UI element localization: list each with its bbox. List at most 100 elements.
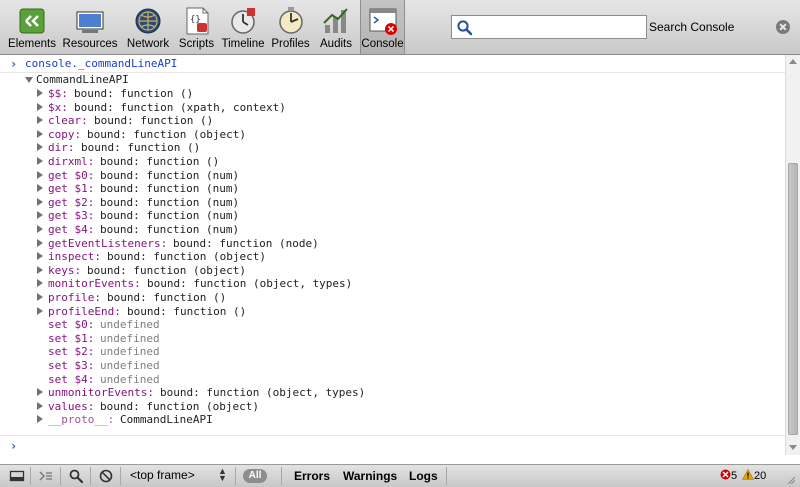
property-value: bound: function (): [94, 114, 214, 128]
property-row[interactable]: inspect: bound: function (object): [0, 250, 785, 263]
tab-elements[interactable]: Elements: [6, 0, 58, 54]
property-name: dirxml:: [48, 155, 95, 168]
property-row[interactable]: dirxml: bound: function (): [0, 155, 785, 168]
resize-grip-icon[interactable]: [787, 473, 796, 485]
disclosure-right-icon[interactable]: [37, 415, 43, 424]
search-input[interactable]: [476, 18, 642, 36]
object-name: CommandLineAPI: [36, 73, 129, 86]
tab-label: Network: [126, 38, 170, 50]
error-count[interactable]: 5: [720, 469, 737, 482]
disclosure-right-icon[interactable]: [37, 129, 43, 138]
property-row: set $0: undefined: [0, 318, 785, 331]
property-row[interactable]: unmonitorEvents: bound: function (object,…: [0, 386, 785, 399]
resources-icon: [74, 5, 106, 37]
filter-all-button[interactable]: All: [243, 469, 267, 483]
scroll-up-icon[interactable]: [789, 59, 797, 64]
search-icon[interactable]: [68, 468, 84, 484]
disclosure-right-icon[interactable]: [37, 89, 43, 97]
profiles-icon: [275, 5, 307, 37]
property-value: undefined: [100, 318, 160, 332]
select-arrows-icon[interactable]: ▲ ▼: [218, 467, 227, 483]
disclosure-right-icon[interactable]: [37, 306, 43, 315]
tab-profiles[interactable]: Profiles: [269, 0, 312, 54]
property-row[interactable]: get $0: bound: function (num): [0, 169, 785, 182]
disclosure-right-icon[interactable]: [37, 252, 43, 261]
console-prompt[interactable]: ›: [0, 435, 785, 455]
property-row[interactable]: copy: bound: function (object): [0, 128, 785, 141]
disclosure-right-icon[interactable]: [37, 211, 43, 220]
search-box: [451, 15, 647, 39]
property-value: undefined: [100, 331, 160, 345]
status-bar: <top frame> ▲ ▼ All Errors Warnings Logs …: [0, 464, 800, 487]
timeline-icon: [227, 5, 259, 37]
disclosure-right-icon[interactable]: [37, 238, 43, 247]
property-value: undefined: [100, 372, 160, 386]
property-row[interactable]: getEventListeners: bound: function (node): [0, 237, 785, 250]
disclosure-right-icon[interactable]: [37, 116, 43, 125]
frame-select[interactable]: <top frame>: [130, 468, 195, 482]
show-console-icon[interactable]: [38, 468, 54, 484]
filter-warnings-button[interactable]: Warnings: [343, 469, 397, 483]
property-value: bound: function (object, types): [160, 386, 366, 400]
property-row[interactable]: get $4: bound: function (num): [0, 223, 785, 236]
property-row: set $2: undefined: [0, 345, 785, 358]
disclosure-right-icon[interactable]: [37, 225, 43, 233]
disclosure-down-icon[interactable]: [25, 77, 33, 83]
property-row[interactable]: clear: bound: function (): [0, 114, 785, 127]
tab-network[interactable]: Network: [123, 0, 173, 54]
property-name: profileEnd:: [48, 304, 121, 318]
tab-resources[interactable]: Resources: [61, 0, 119, 54]
property-name: set $3:: [48, 359, 95, 372]
clear-console-icon[interactable]: [98, 468, 114, 484]
tab-audits[interactable]: Audits: [316, 0, 356, 54]
warning-count-value: 20: [754, 470, 767, 482]
property-row[interactable]: profile: bound: function (): [0, 291, 785, 304]
property-value: bound: function (): [81, 141, 201, 155]
filter-errors-button[interactable]: Errors: [294, 469, 330, 483]
disclosure-right-icon[interactable]: [37, 265, 43, 274]
tab-timeline[interactable]: Timeline: [221, 0, 265, 54]
property-row[interactable]: keys: bound: function (object): [0, 264, 785, 277]
error-icon: [720, 469, 731, 480]
disclosure-right-icon[interactable]: [37, 388, 43, 397]
disclosure-right-icon[interactable]: [37, 293, 43, 301]
vertical-scrollbar[interactable]: [785, 55, 800, 455]
disclosure-right-icon[interactable]: [37, 197, 43, 206]
property-row[interactable]: get $2: bound: function (num): [0, 196, 785, 209]
property-row[interactable]: values: bound: function (object): [0, 400, 785, 413]
warning-count[interactable]: 20: [741, 468, 767, 482]
property-name: keys:: [48, 263, 82, 277]
scroll-down-icon[interactable]: [789, 445, 797, 450]
property-name: set $2:: [48, 345, 95, 359]
property-name: get $3:: [48, 209, 95, 223]
property-row[interactable]: $x: bound: function (xpath, context): [0, 101, 785, 114]
property-row[interactable]: get $1: bound: function (num): [0, 182, 785, 195]
property-name: set $1:: [48, 331, 95, 345]
tab-scripts[interactable]: {} Scripts: [176, 0, 217, 54]
disclosure-right-icon[interactable]: [37, 279, 43, 288]
disclosure-right-icon[interactable]: [37, 170, 43, 179]
property-row[interactable]: profileEnd: bound: function (): [0, 305, 785, 318]
filter-logs-button[interactable]: Logs: [409, 469, 438, 483]
property-value: bound: function (): [74, 87, 194, 100]
dock-icon[interactable]: [9, 468, 25, 484]
property-row[interactable]: monitorEvents: bound: function (object, t…: [0, 277, 785, 290]
property-row[interactable]: get $3: bound: function (num): [0, 209, 785, 222]
close-icon[interactable]: [776, 20, 790, 34]
tab-console[interactable]: Console: [360, 0, 405, 54]
scrollbar-thumb[interactable]: [788, 163, 798, 435]
property-row[interactable]: $$: bound: function (): [0, 87, 785, 100]
disclosure-right-icon[interactable]: [37, 401, 43, 410]
tab-label: Audits: [320, 38, 352, 50]
object-header[interactable]: CommandLineAPI: [0, 73, 785, 86]
tab-label: Resources: [62, 38, 118, 50]
property-row[interactable]: __proto__: CommandLineAPI: [0, 413, 785, 426]
property-name: dir:: [48, 141, 75, 155]
disclosure-right-icon[interactable]: [37, 184, 43, 193]
disclosure-right-icon[interactable]: [37, 143, 43, 152]
disclosure-right-icon[interactable]: [37, 157, 43, 165]
disclosure-right-icon[interactable]: [37, 102, 43, 111]
property-name: profile:: [48, 291, 101, 304]
tab-label: Profiles: [271, 38, 310, 50]
property-row[interactable]: dir: bound: function (): [0, 141, 785, 154]
